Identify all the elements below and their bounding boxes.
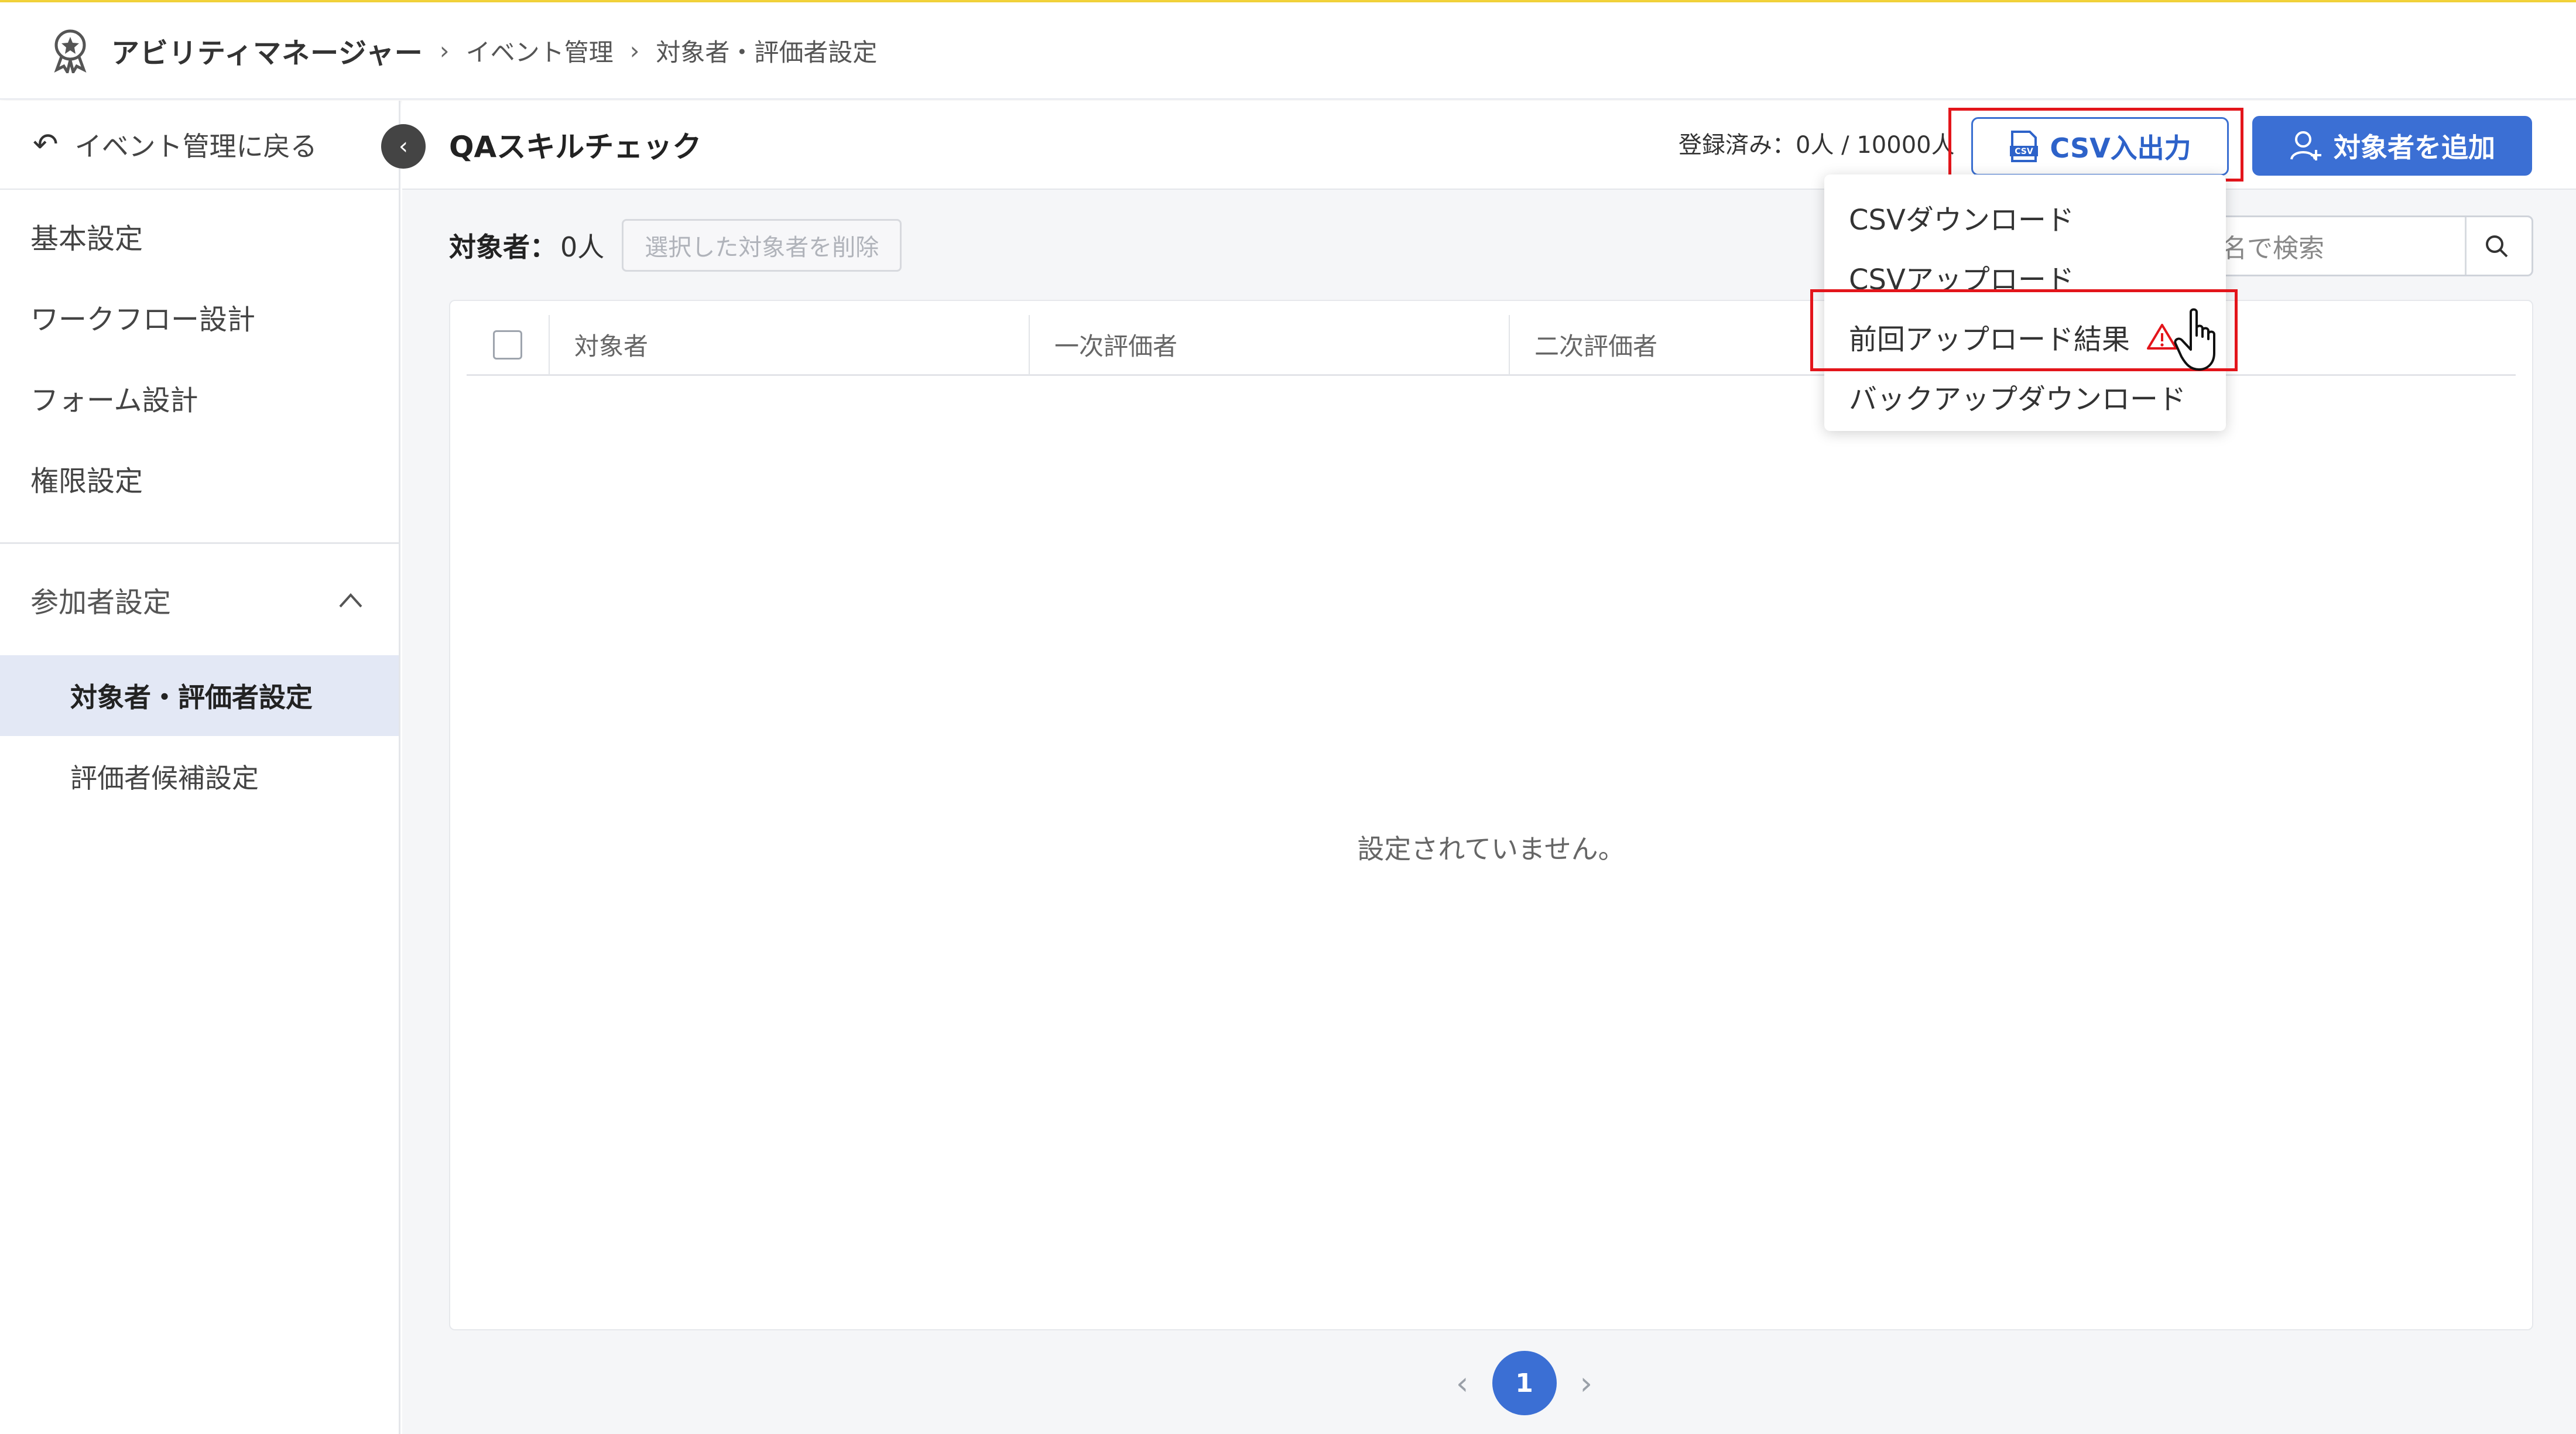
sidebar-group-participant-settings[interactable]: 参加者設定: [0, 544, 399, 655]
collapse-sidebar-button[interactable]: ‹: [381, 124, 426, 169]
sidebar-item-permission-settings[interactable]: 権限設定: [0, 438, 399, 519]
award-badge-icon: [47, 27, 94, 74]
sidebar-item-target-evaluator-settings[interactable]: 対象者・評価者設定: [0, 655, 399, 736]
add-target-button[interactable]: 対象者を追加: [2252, 116, 2532, 176]
chevron-right-icon: ›: [439, 36, 450, 65]
app-header: アビリティマネージャー › イベント管理 › 対象者・評価者設定: [0, 2, 2576, 100]
sidebar-item-form-design[interactable]: フォーム設計: [0, 357, 399, 438]
search-icon[interactable]: [2465, 217, 2526, 275]
sidebar-item-evaluator-candidate-settings[interactable]: 評価者候補設定: [0, 736, 399, 817]
prev-page-icon[interactable]: ‹: [1456, 1365, 1469, 1402]
breadcrumb-current: 対象者・評価者設定: [656, 37, 878, 67]
sidebar-item-basic-settings[interactable]: 基本設定: [0, 196, 399, 276]
sidebar-group-label: 参加者設定: [30, 586, 172, 619]
select-all-cell: [467, 315, 549, 374]
delete-selected-button[interactable]: 選択した対象者を削除: [622, 219, 902, 272]
sidebar: ↶ イベント管理に戻る ‹ 基本設定 ワークフロー設計 フォーム設計 権限設定 …: [0, 101, 426, 1434]
return-arrow-icon: ↶: [33, 127, 59, 162]
sidebar-item-workflow-design[interactable]: ワークフロー設計: [0, 276, 399, 357]
add-target-label: 対象者を追加: [2334, 132, 2495, 163]
target-count-label: 対象者：: [449, 231, 557, 263]
csv-button-highlight-box: [1948, 108, 2243, 182]
page-number-current[interactable]: 1: [1492, 1351, 1557, 1415]
add-person-icon: [2289, 129, 2323, 163]
column-header-first-evaluator[interactable]: 一次評価者: [1029, 315, 1509, 374]
app-title[interactable]: アビリティマネージャー: [111, 30, 423, 71]
target-count-value: 0人: [560, 231, 605, 263]
event-toolbar: QAスキルチェック 登録済み：0人 / 10000人 CSV CSV入出力 対象…: [402, 101, 2576, 190]
hand-pointer-cursor-icon: [2173, 307, 2226, 374]
participants-table: 対象者 一次評価者 二次評価者 設定されていません。: [449, 300, 2533, 1330]
next-page-icon[interactable]: ›: [1580, 1365, 1593, 1402]
registered-count: 登録済み：0人 / 10000人: [1678, 132, 1955, 159]
breadcrumb-event-management[interactable]: イベント管理: [466, 33, 614, 69]
back-to-event-management[interactable]: ↶ イベント管理に戻る ‹: [0, 101, 426, 190]
chevron-right-icon: ›: [629, 36, 640, 65]
select-all-checkbox[interactable]: [493, 330, 522, 360]
menu-item-csv-download[interactable]: CSVダウンロード: [1824, 187, 2226, 247]
empty-state-message: 設定されていません。: [1357, 833, 1625, 865]
main-content: QAスキルチェック 登録済み：0人 / 10000人 CSV CSV入出力 対象…: [402, 101, 2576, 1434]
chevron-up-icon: [338, 583, 364, 616]
pagination: ‹ 1 ›: [402, 1351, 2576, 1415]
column-header-target[interactable]: 対象者: [549, 315, 1029, 374]
event-title: QAスキルチェック: [449, 130, 702, 164]
back-label: イベント管理に戻る: [74, 131, 317, 162]
chevron-left-icon: ‹: [399, 133, 408, 160]
menu-item-backup-download[interactable]: バックアップダウンロード: [1824, 367, 2226, 426]
target-subbar: 対象者： 0人 選択した対象者を削除: [449, 219, 902, 272]
